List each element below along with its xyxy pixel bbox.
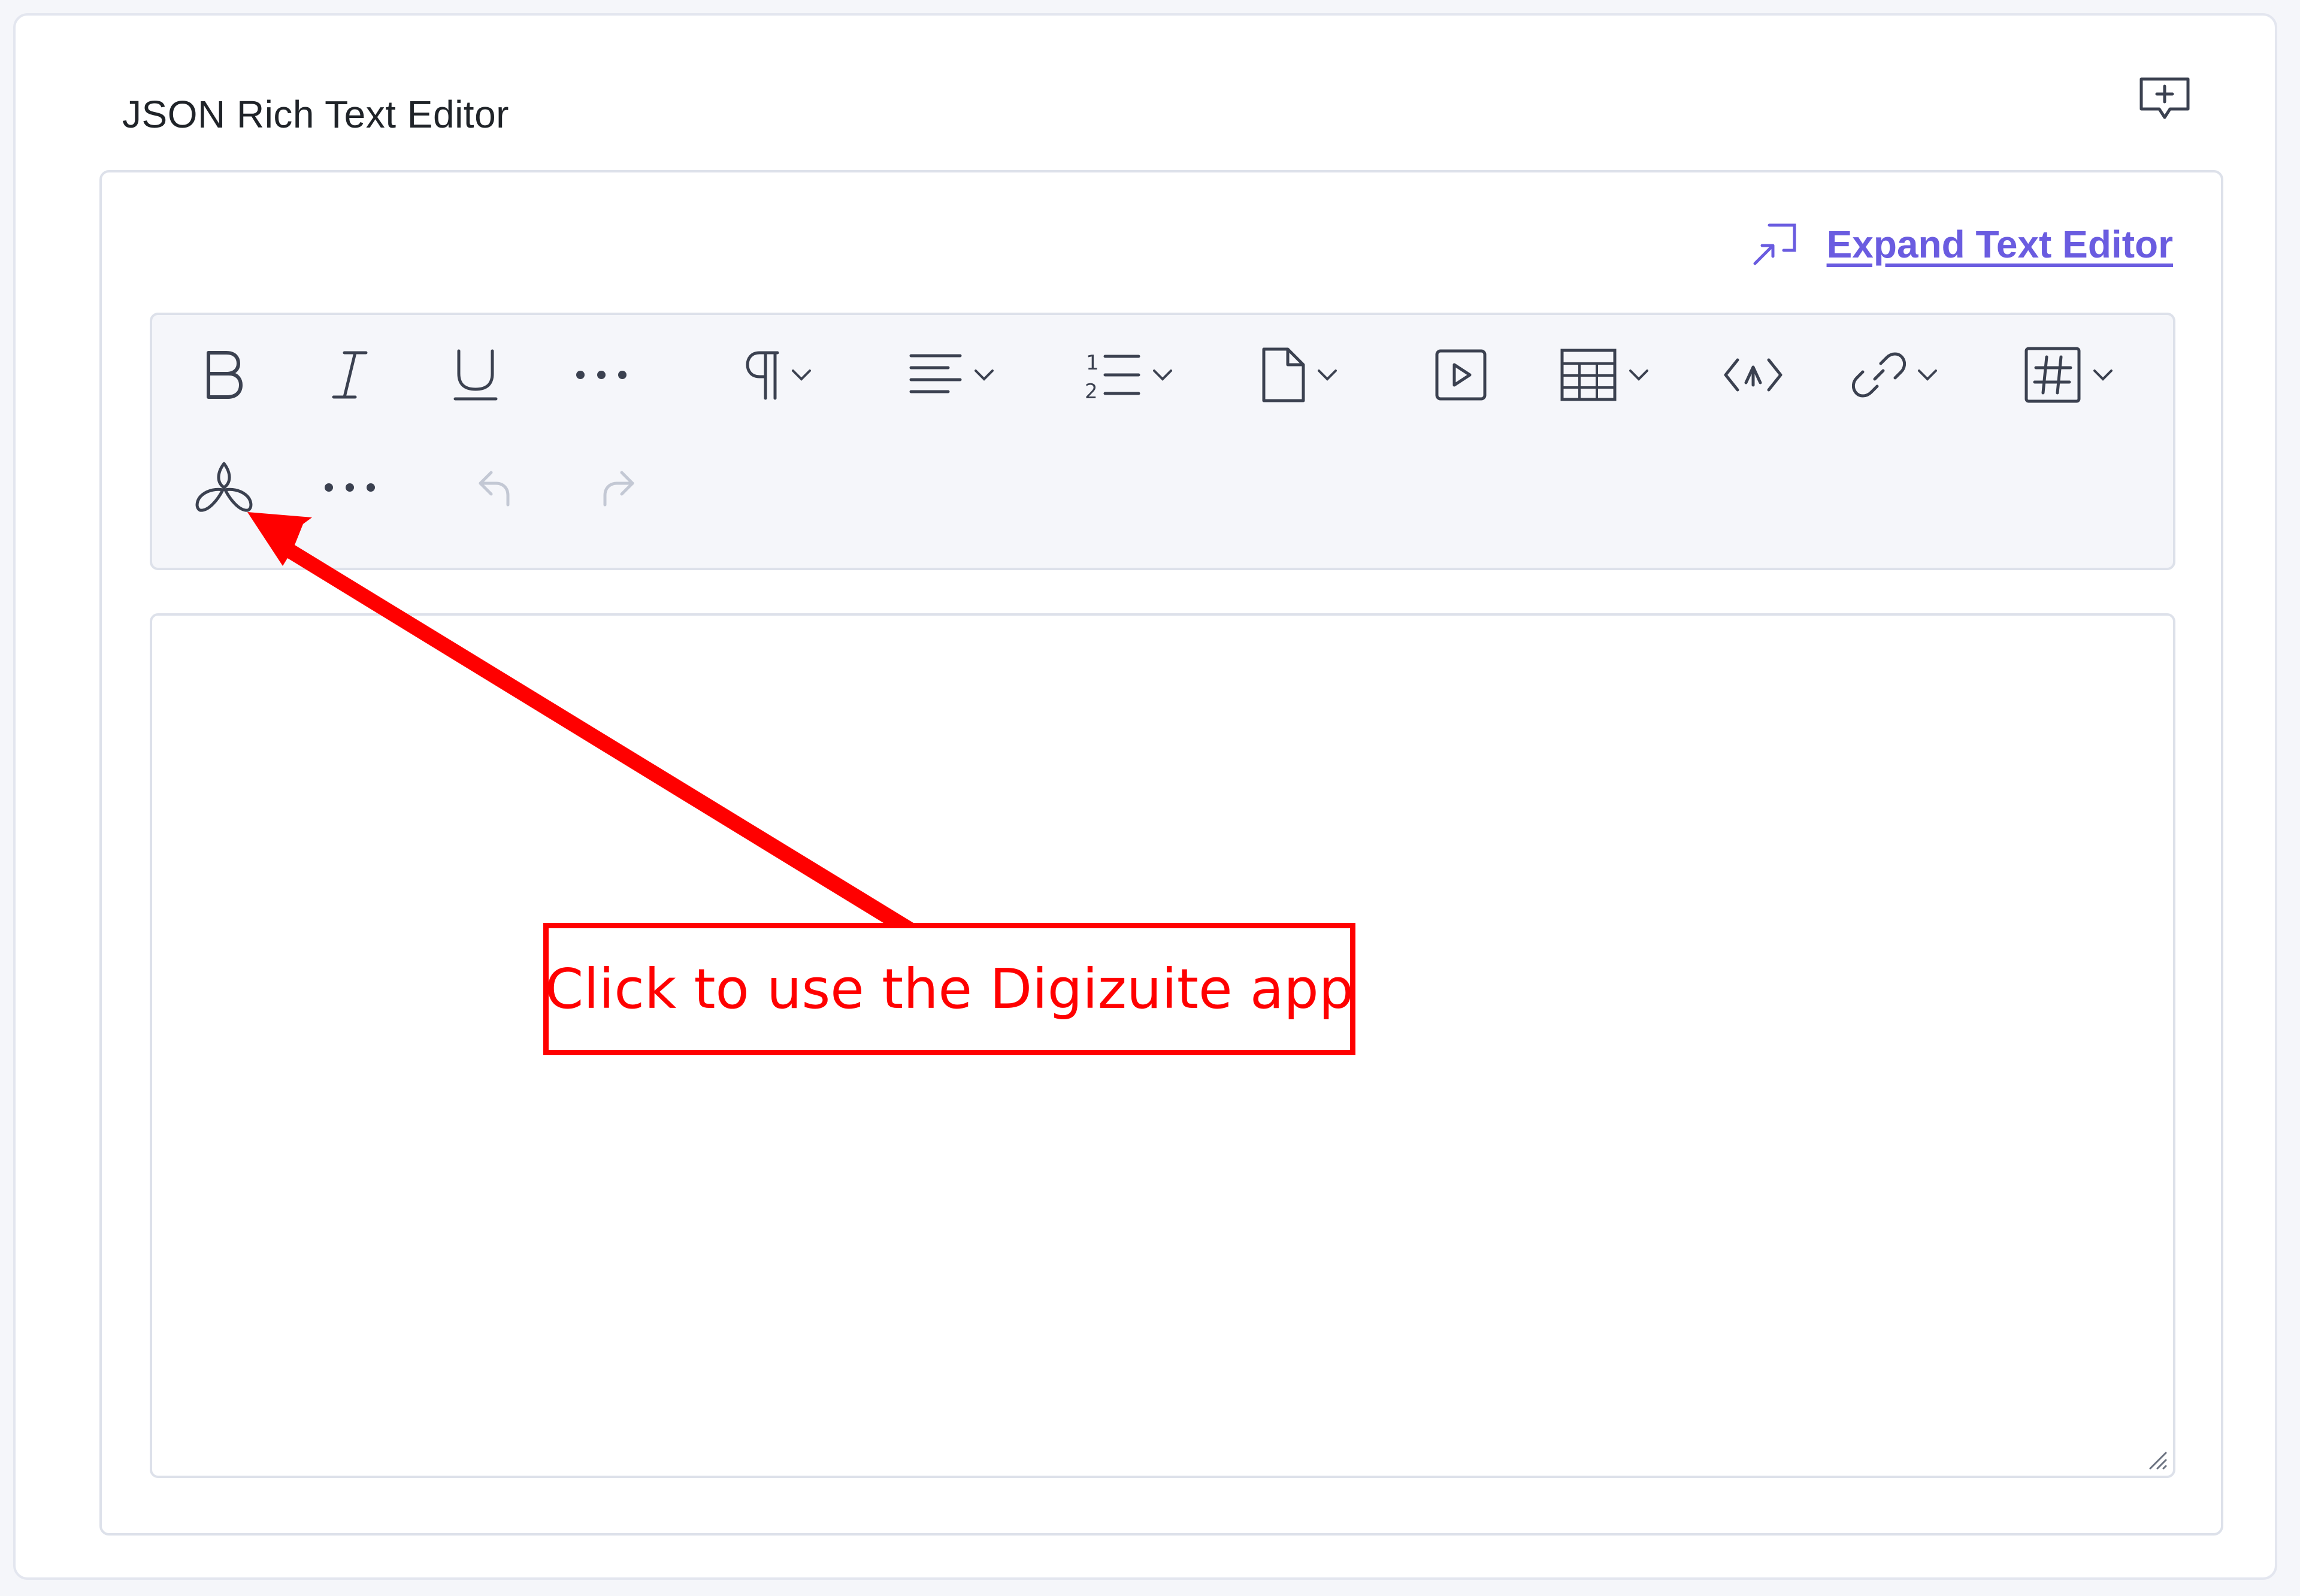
more-button[interactable] — [314, 452, 386, 523]
video-icon — [1435, 349, 1487, 401]
bold-button[interactable] — [188, 339, 260, 411]
digizuite-app-icon — [195, 462, 253, 512]
more-icon — [576, 371, 627, 379]
underline-button[interactable] — [440, 339, 512, 411]
expand-text-editor-label: Expand Text Editor — [1826, 223, 2173, 266]
video-button[interactable] — [1425, 339, 1497, 411]
italic-icon — [332, 351, 368, 399]
chevron-down-icon — [1918, 370, 1937, 381]
expand-icon — [1753, 223, 1796, 265]
svg-text:2: 2 — [1085, 380, 1098, 402]
italic-button[interactable] — [314, 339, 386, 411]
undo-button[interactable] — [458, 452, 529, 523]
field-card: JSON Rich Text Editor Expand Text Editor — [13, 13, 2277, 1580]
paragraph-icon — [746, 351, 779, 400]
ordered-list-icon: 1 2 — [1085, 351, 1140, 402]
list-dropdown[interactable]: 1 2 — [1072, 339, 1185, 411]
align-dropdown[interactable] — [895, 339, 1009, 411]
rich-text-editor: Expand Text Editor 1 2 — [99, 170, 2223, 1536]
annotation-callout: Click to use the Digizuite app — [543, 923, 1355, 1055]
redo-button[interactable] — [583, 452, 655, 523]
add-comment-button[interactable] — [2136, 73, 2193, 126]
document-dropdown[interactable] — [1245, 339, 1353, 411]
redo-icon — [603, 471, 634, 507]
chevron-down-icon — [1153, 370, 1172, 381]
hashtag-dropdown[interactable] — [2012, 339, 2126, 411]
more-icon — [325, 483, 375, 492]
annotation-text: Click to use the Digizuite app — [545, 957, 1354, 1021]
underline-icon — [453, 349, 498, 401]
link-icon — [1852, 352, 1906, 398]
chevron-down-icon — [2093, 370, 2113, 381]
document-icon — [1262, 347, 1305, 402]
chevron-down-icon — [975, 370, 994, 381]
align-left-icon — [909, 354, 962, 393]
link-dropdown[interactable] — [1838, 339, 1952, 411]
chevron-down-icon — [792, 370, 811, 381]
table-dropdown[interactable] — [1548, 339, 1662, 411]
chevron-down-icon — [1629, 370, 1648, 381]
field-label: JSON Rich Text Editor — [122, 93, 509, 136]
more-formatting-button[interactable] — [565, 339, 637, 411]
embed-code-icon — [1724, 358, 1782, 392]
undo-icon — [479, 471, 510, 507]
digizuite-app-button[interactable] — [188, 452, 260, 523]
editor-toolbar: 1 2 — [150, 313, 2175, 570]
hashtag-icon — [2024, 347, 2081, 403]
expand-text-editor-link[interactable]: Expand Text Editor — [1751, 222, 2173, 267]
chevron-down-icon — [1318, 370, 1337, 381]
add-comment-icon — [2139, 77, 2190, 119]
embed-button[interactable] — [1714, 339, 1792, 411]
resize-handle-icon[interactable] — [2144, 1447, 2168, 1471]
paragraph-dropdown[interactable] — [724, 339, 832, 411]
table-icon — [1560, 349, 1617, 401]
bold-icon — [207, 351, 243, 399]
svg-text:1: 1 — [1086, 351, 1099, 375]
